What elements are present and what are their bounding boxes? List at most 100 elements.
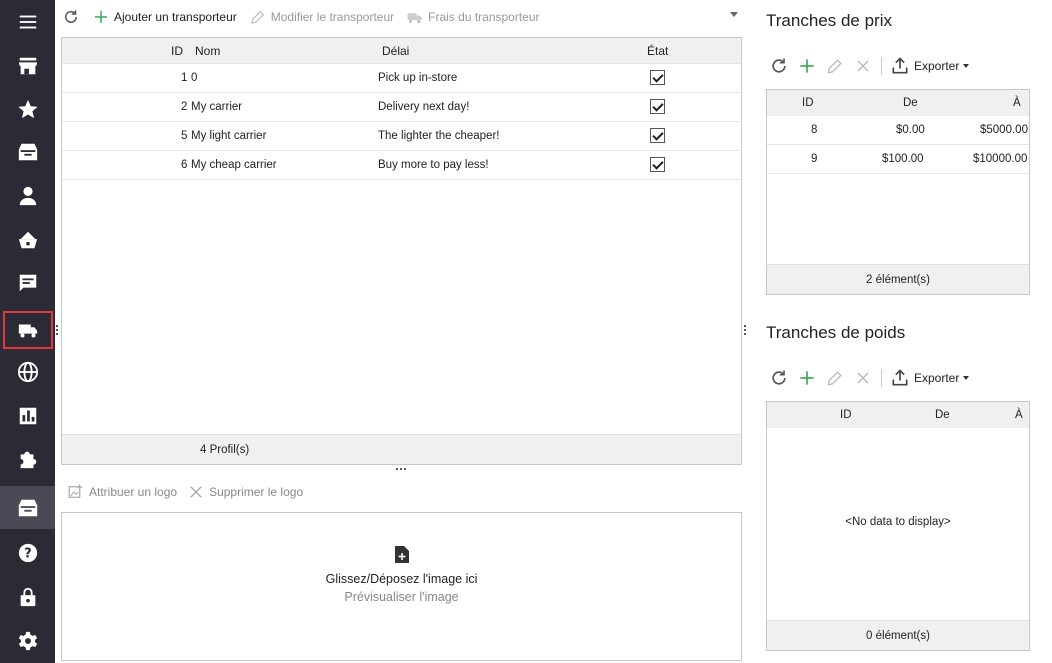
help-icon[interactable]: ? — [0, 531, 55, 574]
cell-id: 1 — [181, 72, 188, 84]
cell-id: 9 — [811, 153, 818, 165]
column-header-id[interactable]: ID — [171, 44, 183, 58]
archive-icon[interactable] — [0, 486, 55, 529]
logo-dropzone[interactable]: Glissez/Déposez l'image ici Prévisualise… — [61, 512, 742, 661]
carrier-fees-label: Frais du transporteur — [428, 10, 540, 24]
weight-ranges-toolbar: Exporter — [769, 366, 970, 390]
plus-icon — [95, 11, 107, 23]
svg-text:?: ? — [24, 546, 31, 561]
drop-text: Glissez/Déposez l'image ici — [325, 572, 478, 586]
carrier-fees-button[interactable]: Frais du transporteur — [406, 8, 540, 26]
close-icon[interactable] — [853, 368, 873, 388]
price-ranges-header: ID De À — [767, 90, 1029, 116]
cell-name: 0 — [191, 72, 198, 84]
column-header-from[interactable]: De — [935, 409, 950, 421]
left-splitter-handle[interactable] — [56, 325, 59, 336]
assign-logo-button[interactable]: Attribuer un logo — [67, 483, 177, 501]
pencil-icon[interactable] — [825, 368, 845, 388]
truck-icon[interactable] — [3, 311, 53, 349]
edit-carrier-button[interactable]: Modifier le transporteur — [249, 8, 394, 26]
chart-icon[interactable] — [0, 394, 55, 437]
globe-icon[interactable] — [0, 350, 55, 393]
plus-icon[interactable] — [797, 56, 817, 76]
basket-icon[interactable] — [0, 218, 55, 261]
weight-ranges-header: ID De À — [767, 402, 1029, 428]
cell-name: My light carrier — [191, 130, 267, 142]
active-checkbox[interactable] — [650, 70, 665, 85]
image-add-icon — [68, 484, 83, 498]
column-header-to[interactable]: À — [1013, 97, 1021, 109]
lock-icon[interactable] — [0, 575, 55, 618]
table-row[interactable]: 2 My carrier Delivery next day! — [62, 93, 740, 122]
menu-icon[interactable] — [0, 0, 55, 43]
price-ranges-count: 2 élément(s) — [866, 274, 930, 286]
column-header-from[interactable]: De — [903, 97, 918, 109]
export-button[interactable]: Exporter — [890, 368, 970, 388]
cell-id: 5 — [181, 130, 188, 142]
delete-logo-button[interactable]: Supprimer le logo — [187, 483, 303, 501]
cell-id: 2 — [181, 101, 188, 113]
column-header-name[interactable]: Nom — [195, 44, 220, 58]
weight-ranges-title: Tranches de poids — [766, 323, 906, 342]
weight-ranges-footer: 0 élément(s) — [767, 620, 1029, 650]
preview-text: Prévisualiser l'image — [344, 590, 459, 604]
store-icon[interactable] — [0, 44, 55, 87]
close-icon[interactable] — [853, 56, 873, 76]
add-carrier-button[interactable]: Ajouter un transporteur — [92, 8, 237, 26]
puzzle-icon[interactable] — [0, 437, 55, 480]
truck-fees-icon — [407, 13, 422, 23]
cell-delay: Buy more to pay less! — [378, 159, 489, 171]
table-row[interactable]: 9 $100.00 $10000.00 — [767, 145, 1029, 174]
plus-icon[interactable] — [797, 368, 817, 388]
right-splitter-handle[interactable] — [744, 325, 747, 336]
toolbar-overflow-caret[interactable] — [730, 12, 738, 17]
weight-ranges-grid: ID De À <No data to display> 0 élément(s… — [766, 401, 1030, 651]
cell-id: 6 — [181, 159, 188, 171]
active-checkbox[interactable] — [650, 128, 665, 143]
delete-logo-label: Supprimer le logo — [209, 485, 304, 499]
logo-toolbar: Attribuer un logo Supprimer le logo — [67, 482, 303, 502]
active-checkbox[interactable] — [650, 99, 665, 114]
message-icon[interactable] — [0, 261, 55, 304]
active-checkbox[interactable] — [650, 157, 665, 172]
sidebar: ? — [0, 0, 55, 663]
cell-from: $100.00 — [882, 153, 924, 165]
carriers-grid-header: ID Nom Délai État — [62, 38, 741, 64]
refresh-icon[interactable] — [769, 56, 789, 76]
column-header-id[interactable]: ID — [840, 409, 852, 421]
carriers-grid-footer: 4 Profil(s) — [62, 434, 741, 464]
column-header-to[interactable]: À — [1015, 409, 1023, 421]
column-header-delay[interactable]: Délai — [382, 44, 409, 58]
star-icon[interactable] — [0, 87, 55, 130]
cell-delay: Delivery next day! — [378, 101, 470, 113]
table-row[interactable]: 8 $0.00 $5000.00 — [767, 116, 1029, 145]
column-header-state[interactable]: État — [647, 44, 668, 58]
person-icon[interactable] — [0, 174, 55, 217]
table-row[interactable]: 6 My cheap carrier Buy more to pay less! — [62, 151, 740, 180]
chevron-down-icon — [963, 376, 970, 380]
chevron-down-icon — [963, 64, 970, 68]
table-row[interactable]: 1 0 Pick up in-store — [62, 64, 740, 93]
export-label: Exporter — [914, 371, 960, 385]
weight-ranges-count: 0 élément(s) — [866, 630, 930, 642]
inbox-icon[interactable] — [0, 130, 55, 173]
gear-icon[interactable] — [0, 619, 55, 662]
upload-icon — [892, 57, 908, 74]
refresh-icon — [65, 10, 77, 23]
bottom-splitter-handle[interactable] — [396, 468, 407, 471]
cell-from: $0.00 — [896, 124, 925, 136]
file-add-icon — [395, 546, 409, 563]
cell-id: 8 — [811, 124, 818, 136]
add-carrier-label: Ajouter un transporteur — [114, 10, 237, 24]
export-button[interactable]: Exporter — [890, 56, 970, 76]
refresh-icon[interactable] — [769, 368, 789, 388]
cell-name: My carrier — [191, 101, 243, 113]
refresh-button[interactable] — [62, 8, 80, 26]
price-ranges-toolbar: Exporter — [769, 54, 970, 78]
table-row[interactable]: 5 My light carrier The lighter the cheap… — [62, 122, 740, 151]
pencil-icon[interactable] — [825, 56, 845, 76]
cell-to: $10000.00 — [973, 153, 1028, 165]
cell-delay: Pick up in-store — [378, 72, 458, 84]
cell-to: $5000.00 — [980, 124, 1028, 136]
column-header-id[interactable]: ID — [802, 97, 814, 109]
